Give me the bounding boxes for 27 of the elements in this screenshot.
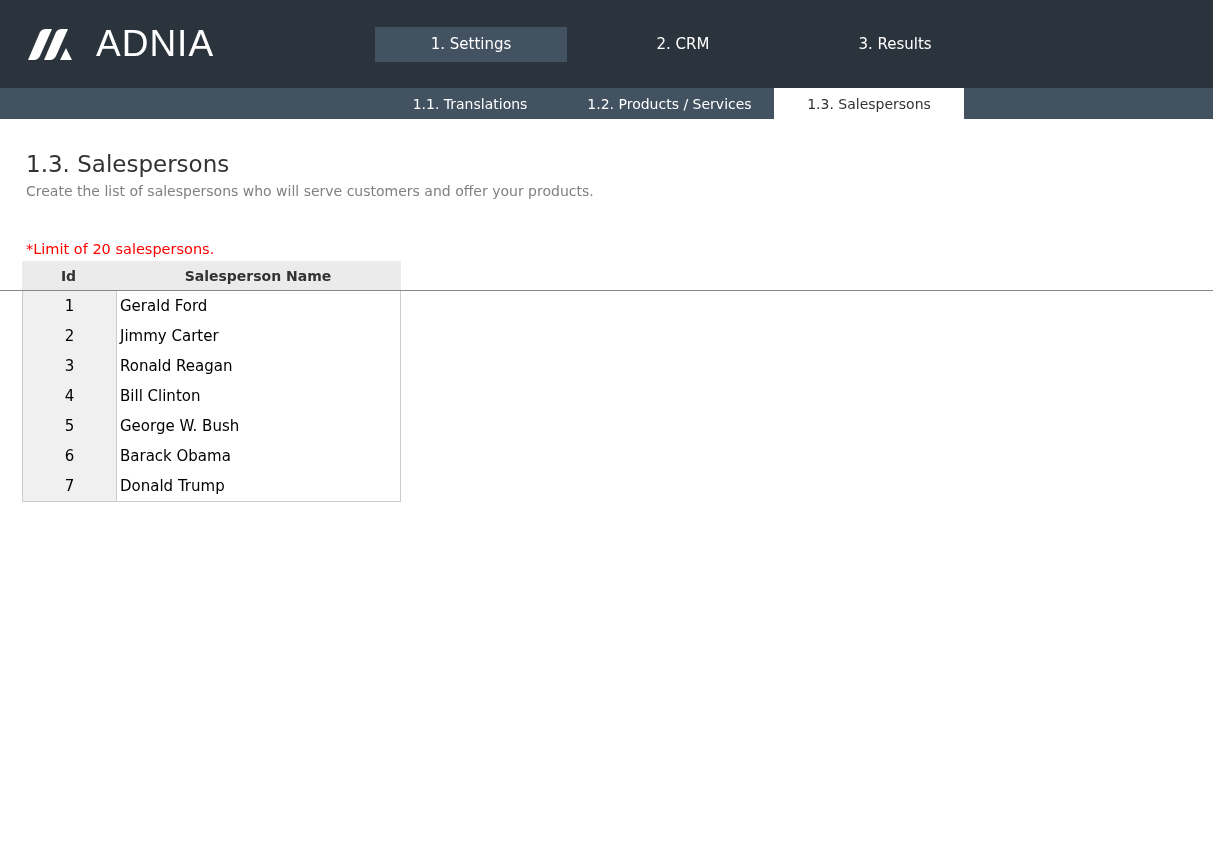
table-cell: 5 (23, 411, 117, 441)
nav-tab[interactable]: 3. Results (799, 26, 991, 62)
logo-text: ADNIA (96, 23, 215, 65)
sub-tab[interactable]: 1.3. Salespersons (774, 88, 964, 119)
nav-tab[interactable]: 1. Settings (375, 26, 567, 62)
nav-tab[interactable]: 2. CRM (587, 26, 779, 62)
table-cell: 6 (23, 441, 117, 471)
column-header: Salesperson Name (183, 266, 333, 286)
column-header: Id (59, 266, 78, 286)
table-cell: 4 (23, 381, 117, 411)
table-cell-text: Barack Obama (119, 446, 232, 467)
table-cell: 1 (23, 291, 117, 321)
table-cell-text: Gerald Ford (119, 296, 209, 317)
table-cell: 7 (23, 471, 117, 501)
limit-note: *Limit of 20 salespersons. (26, 241, 216, 257)
logo-icon (26, 27, 74, 61)
sub-tab[interactable]: 1.1. Translations (375, 88, 565, 119)
sub-tab[interactable]: 1.2. Products / Services (565, 88, 774, 119)
table-cell: 3 (23, 351, 117, 381)
table-cell-text: Donald Trump (119, 476, 226, 497)
table-cell-text: Ronald Reagan (119, 356, 234, 377)
table-cell-text: Jimmy Carter (118, 326, 220, 347)
table-cell: 2 (23, 321, 117, 351)
page-title: 1.3. Salespersons (26, 151, 230, 177)
table-cell-text: George W. Bush (119, 416, 241, 437)
table-cell-text: Bill Clinton (119, 386, 202, 407)
page-description: Create the list of salespersons who will serve customers and offer your products. (26, 183, 595, 199)
